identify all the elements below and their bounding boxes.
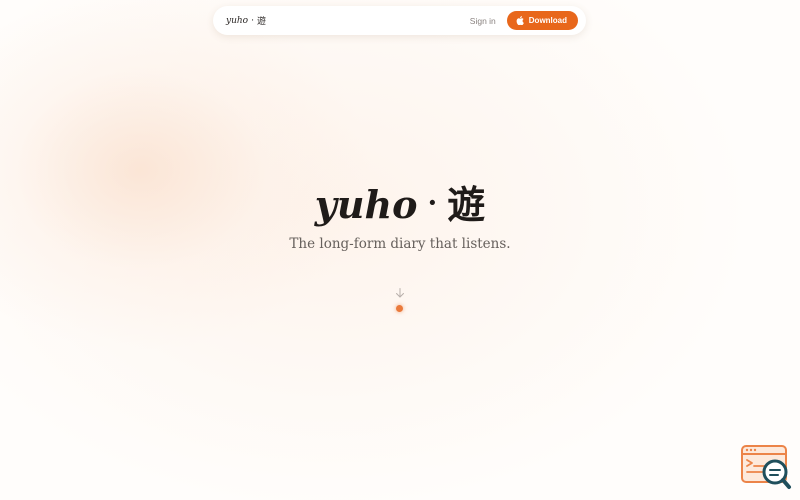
hero-title-name: yuho xyxy=(314,182,418,227)
download-button[interactable]: Download xyxy=(506,11,578,30)
browser-search-icon[interactable] xyxy=(740,444,792,490)
top-navbar: yuho · 遊 Sign in Download xyxy=(213,6,586,35)
nav-actions: Sign in Download xyxy=(470,11,578,30)
download-label: Download xyxy=(528,16,567,25)
brand-logo-link[interactable]: yuho · 遊 xyxy=(226,14,266,28)
sign-in-link[interactable]: Sign in xyxy=(470,16,496,26)
apple-icon xyxy=(516,16,524,25)
brand-kanji: 遊 xyxy=(256,17,266,27)
brand-name: yuho xyxy=(226,15,249,26)
page-background: yuho · 遊 Sign in Download yuho · 遊 The lon… xyxy=(0,0,800,500)
brand-separator: · xyxy=(251,15,254,26)
hero-title-kanji: 遊 xyxy=(447,182,486,227)
hero-title: yuho · 遊 xyxy=(0,178,800,230)
hero-tagline: The long-form diary that listens. xyxy=(289,236,511,252)
arrow-down-icon[interactable] xyxy=(394,286,406,298)
hero-title-separator: · xyxy=(427,186,438,219)
scroll-indicator-dot xyxy=(396,305,403,312)
